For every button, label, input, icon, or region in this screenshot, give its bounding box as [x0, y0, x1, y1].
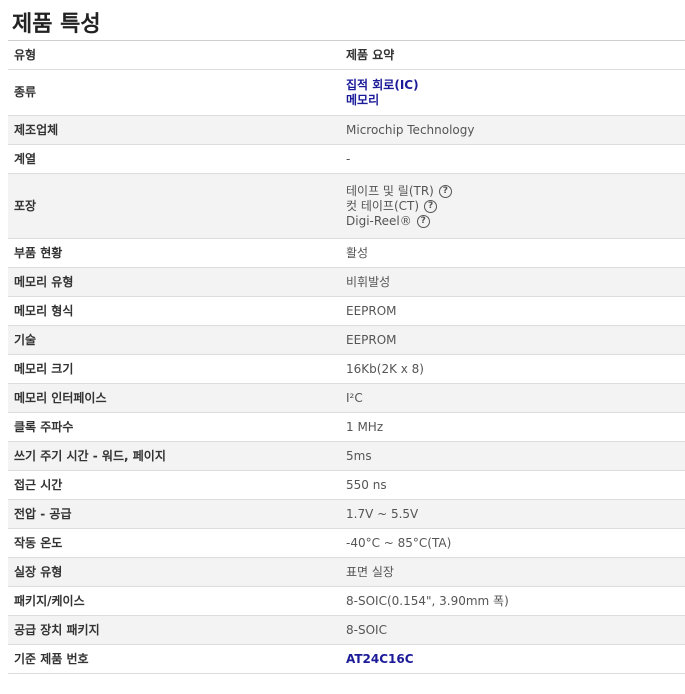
- row-label: 전압 - 공급: [8, 499, 330, 529]
- table-header-row: 유형 제품 요약: [8, 40, 685, 70]
- row-label: 계열: [8, 144, 330, 174]
- packaging-option: 테이프 및 릴(TR)?: [346, 184, 679, 199]
- row-label: 메모리 인터페이스: [8, 383, 330, 413]
- row-value: I²C: [330, 383, 685, 413]
- row-label: 쓰기 주기 시간 - 워드, 페이지: [8, 441, 330, 471]
- table-row: 부품 현황 활성: [8, 238, 685, 268]
- table-row: 종류 집적 회로(IC) 메모리: [8, 69, 685, 116]
- row-value: 8-SOIC: [330, 615, 685, 645]
- row-label: 클록 주파수: [8, 412, 330, 442]
- row-value: Microchip Technology: [330, 115, 685, 145]
- packaging-option-label: Digi-Reel®: [346, 213, 412, 228]
- row-value: EEPROM: [330, 296, 685, 326]
- table-row: 실장 유형 표면 실장: [8, 557, 685, 587]
- row-label: 실장 유형: [8, 557, 330, 587]
- category-link-ic[interactable]: 집적 회로(IC): [346, 78, 679, 93]
- table-row: 포장 테이프 및 릴(TR)? 컷 테이프(CT)? Digi-Reel®?: [8, 173, 685, 239]
- row-value: 550 ns: [330, 470, 685, 500]
- page-title: 제품 특성: [12, 12, 101, 37]
- row-label: 기술: [8, 325, 330, 355]
- row-value: AT24C16C: [330, 644, 685, 674]
- table-row: 메모리 유형 비휘발성: [8, 267, 685, 297]
- question-circle-icon[interactable]: ?: [416, 214, 430, 228]
- row-value: EEPROM: [330, 325, 685, 355]
- row-label: 메모리 크기: [8, 354, 330, 384]
- row-label: 패키지/케이스: [8, 586, 330, 616]
- row-value: 테이프 및 릴(TR)? 컷 테이프(CT)? Digi-Reel®?: [330, 173, 685, 239]
- category-link-memory[interactable]: 메모리: [346, 93, 679, 108]
- row-label: 접근 시간: [8, 470, 330, 500]
- row-value: 1.7V ~ 5.5V: [330, 499, 685, 529]
- row-value: 활성: [330, 238, 685, 268]
- row-value: -40°C ~ 85°C(TA): [330, 528, 685, 558]
- row-value: 5ms: [330, 441, 685, 471]
- table-row: 메모리 크기 16Kb(2K x 8): [8, 354, 685, 384]
- row-label: 종류: [8, 69, 330, 116]
- row-value: 16Kb(2K x 8): [330, 354, 685, 384]
- row-value: 집적 회로(IC) 메모리: [330, 69, 685, 116]
- table-row: 쓰기 주기 시간 - 워드, 페이지 5ms: [8, 441, 685, 471]
- question-circle-icon[interactable]: ?: [438, 184, 452, 198]
- row-value: 비휘발성: [330, 267, 685, 297]
- table-row: 패키지/케이스 8-SOIC(0.154", 3.90mm 폭): [8, 586, 685, 616]
- header-summary: 제품 요약: [330, 40, 685, 70]
- packaging-option: 컷 테이프(CT)?: [346, 199, 679, 214]
- product-attributes-table: 유형 제품 요약 종류 집적 회로(IC) 메모리 제조업체 Microchip…: [8, 40, 685, 674]
- table-row: 전압 - 공급 1.7V ~ 5.5V: [8, 499, 685, 529]
- row-value: 1 MHz: [330, 412, 685, 442]
- header-type: 유형: [8, 40, 330, 70]
- table-row: 메모리 형식 EEPROM: [8, 296, 685, 326]
- row-value: -: [330, 144, 685, 174]
- row-label: 기준 제품 번호: [8, 644, 330, 674]
- table-row: 접근 시간 550 ns: [8, 470, 685, 500]
- row-value: 8-SOIC(0.154", 3.90mm 폭): [330, 586, 685, 616]
- table-row: 클록 주파수 1 MHz: [8, 412, 685, 442]
- base-part-number-link[interactable]: AT24C16C: [346, 652, 414, 666]
- row-label: 포장: [8, 173, 330, 239]
- row-label: 제조업체: [8, 115, 330, 145]
- question-circle-icon[interactable]: ?: [424, 199, 438, 213]
- packaging-option-label: 컷 테이프(CT): [346, 198, 420, 213]
- table-row: 작동 온도 -40°C ~ 85°C(TA): [8, 528, 685, 558]
- row-label: 작동 온도: [8, 528, 330, 558]
- table-row: 공급 장치 패키지 8-SOIC: [8, 615, 685, 645]
- row-label: 메모리 형식: [8, 296, 330, 326]
- row-label: 메모리 유형: [8, 267, 330, 297]
- table-row: 메모리 인터페이스 I²C: [8, 383, 685, 413]
- table-row: 계열 -: [8, 144, 685, 174]
- packaging-option: Digi-Reel®?: [346, 214, 679, 229]
- table-row: 기준 제품 번호 AT24C16C: [8, 644, 685, 674]
- table-row: 기술 EEPROM: [8, 325, 685, 355]
- row-label: 부품 현황: [8, 238, 330, 268]
- packaging-option-label: 테이프 및 릴(TR): [346, 183, 434, 198]
- row-value: 표면 실장: [330, 557, 685, 587]
- row-label: 공급 장치 패키지: [8, 615, 330, 645]
- table-row: 제조업체 Microchip Technology: [8, 115, 685, 145]
